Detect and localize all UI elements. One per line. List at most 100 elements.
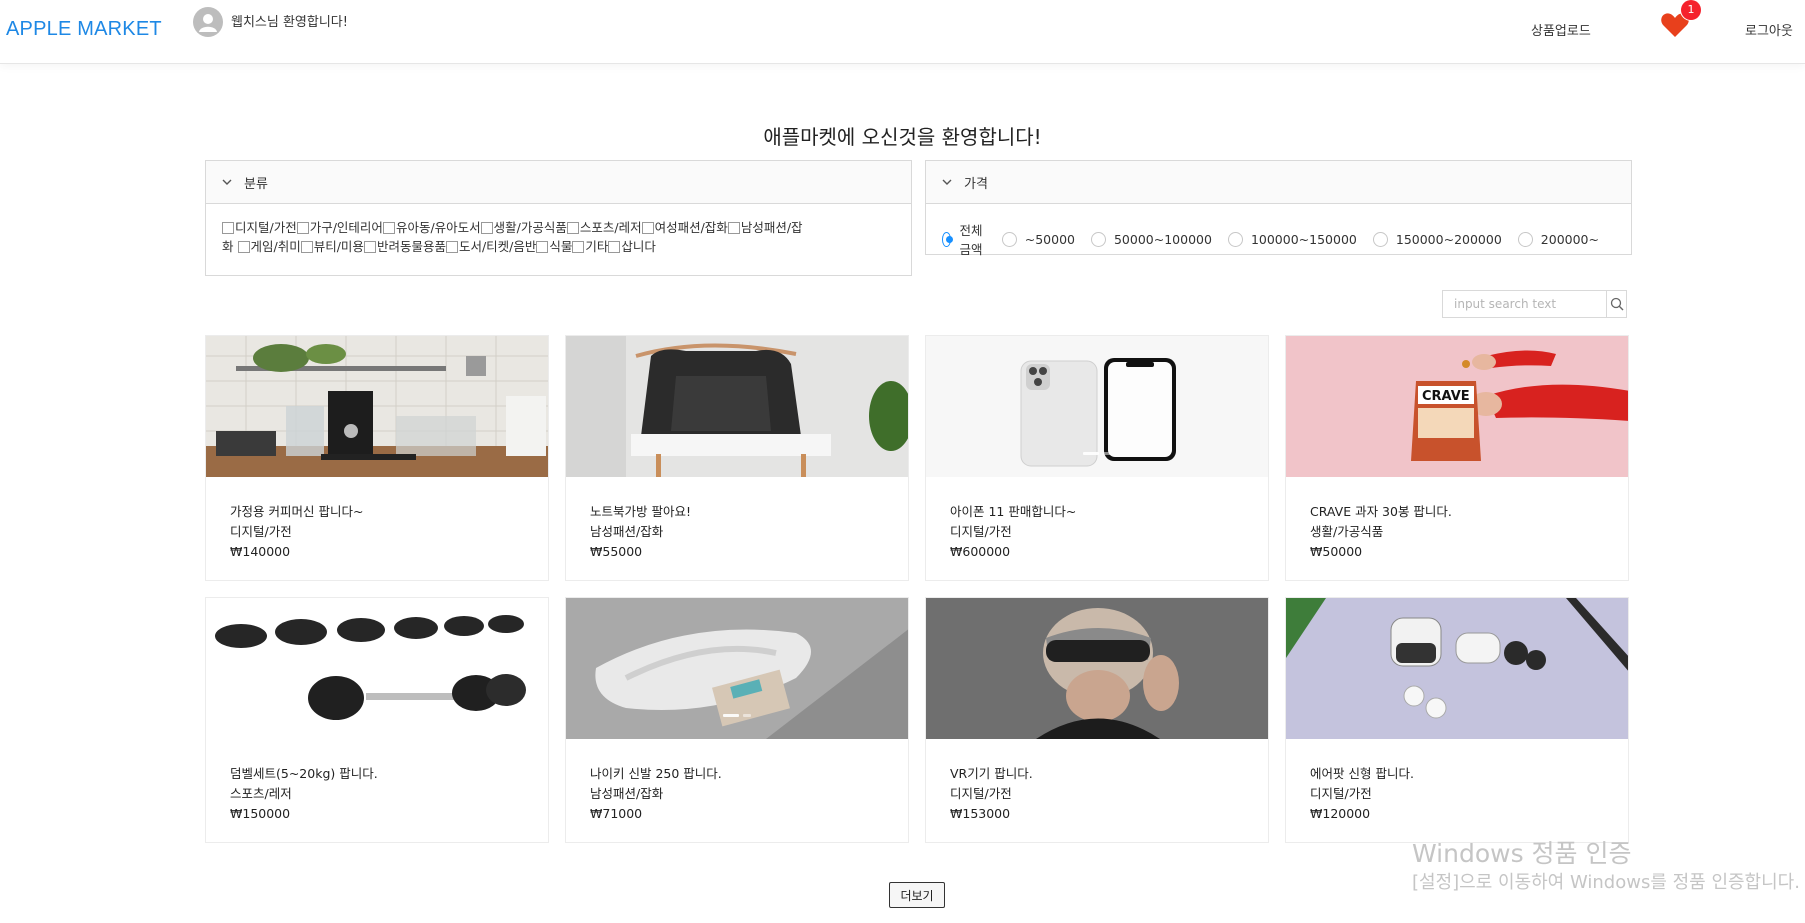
logout-link[interactable]: 로그아웃 — [1745, 20, 1793, 39]
windows-watermark-subtitle: [설정]으로 이동하여 Windows를 정품 인증합니다. — [1412, 872, 1800, 893]
price-panel-header[interactable]: 가격 — [926, 161, 1631, 204]
product-category: 디지털/가전 — [1310, 786, 1372, 801]
price-radio-option[interactable]: 100000~150000 — [1227, 231, 1357, 247]
price-radio-label: 200000~ — [1540, 231, 1599, 247]
category-checkbox-label: 도서/티켓/음반 — [458, 239, 537, 254]
category-checkbox[interactable] — [296, 222, 309, 234]
category-checkbox-label: 게임/취미 — [250, 239, 301, 254]
category-checkbox[interactable] — [480, 222, 493, 234]
category-checkbox-label: 식물 — [549, 239, 573, 254]
category-checkbox[interactable] — [300, 241, 313, 253]
radio-icon — [1001, 231, 1017, 247]
product-category: 생활/가공식품 — [1310, 524, 1384, 539]
windows-watermark-title: Windows 정품 인증 — [1412, 839, 1632, 868]
category-checkbox[interactable] — [566, 222, 579, 234]
product-image-airpods — [1286, 598, 1628, 739]
svg-text:CRAVE: CRAVE — [1422, 389, 1470, 404]
product-category: 디지털/가전 — [950, 786, 1012, 801]
price-radio-option[interactable]: ~50000 — [1001, 231, 1075, 247]
search-icon — [1610, 297, 1623, 311]
category-checkbox-label: 남성패션/잡 — [740, 220, 803, 235]
category-checkbox[interactable] — [727, 222, 740, 234]
category-checkbox-label: 기타 — [585, 239, 609, 254]
product-title: VR기기 팝니다. — [950, 766, 1033, 781]
category-panel-header[interactable]: 분류 — [206, 161, 911, 204]
product-image-coffee-machine — [206, 336, 548, 477]
price-panel-title: 가격 — [964, 176, 988, 192]
category-filter-panel: 분류 디지털/가전 가구/인테리어 유아동/유아도서 생활/가공식품 스포츠/레저 여성패… — [205, 160, 912, 276]
price-filter-panel: 가격 전체금액 ~50000 50000~100000 100000~150000 15… — [925, 160, 1632, 258]
product-title: 가정용 커피머신 팝니다~ — [230, 504, 364, 519]
category-panel-title: 분류 — [244, 176, 268, 192]
product-image-dumbbells — [206, 598, 548, 739]
price-radio-option[interactable]: 150000~200000 — [1372, 231, 1502, 247]
category-checkbox[interactable] — [237, 241, 250, 253]
category-checkbox-label: 디지털/가전 — [235, 220, 297, 235]
product-card[interactable]: 에어팟 신형 팝니다. 디지털/가전 ₩120000 — [1285, 597, 1629, 843]
product-price: ₩55000 — [590, 544, 643, 559]
price-radio-label: 100000~150000 — [1250, 231, 1357, 247]
product-price: ₩50000 — [1310, 544, 1363, 559]
product-title: 노트북가방 팔아요! — [590, 504, 691, 519]
price-radio-group: 전체금액 ~50000 50000~100000 100000~150000 15000… — [942, 218, 1615, 258]
radio-icon — [1517, 231, 1533, 247]
price-radio-label: 전체금액 — [959, 223, 983, 257]
category-checkbox-label: 반려동물용품 — [376, 239, 446, 254]
price-radio-option[interactable]: 200000~ — [1517, 231, 1599, 247]
product-card[interactable]: CRAVE CRAVE 과자 30봉 팝니다. 생활/가공식품 ₩50000 — [1285, 335, 1629, 581]
price-radio-option[interactable]: 50000~100000 — [1090, 231, 1212, 247]
logo-link[interactable]: APPLE MARKET — [6, 18, 162, 41]
product-card[interactable]: 노트북가방 팔아요! 남성패션/잡화 ₩55000 — [565, 335, 909, 581]
product-price: ₩600000 — [950, 544, 1011, 559]
image-carousel-dots[interactable] — [1083, 452, 1111, 455]
category-checkbox[interactable] — [382, 222, 395, 234]
category-checkbox-label: 여성패션/잡화 — [654, 220, 728, 235]
price-radio-option[interactable]: 전체금액 — [942, 220, 986, 258]
category-checkbox[interactable] — [222, 222, 234, 234]
product-card[interactable]: 아이폰 11 판매합니다~ 디지털/가전 ₩600000 — [925, 335, 1269, 581]
radio-icon — [1372, 231, 1388, 247]
product-title: 덤벨세트(5~20kg) 팝니다. — [230, 766, 378, 781]
category-checkbox-label: 가구/인테리어 — [309, 220, 383, 235]
product-category: 디지털/가전 — [230, 524, 292, 539]
category-checkbox[interactable] — [445, 241, 458, 253]
category-checkbox-label: 뷰티/미용 — [313, 239, 364, 254]
product-image-laptop-bag — [566, 336, 908, 477]
category-checkbox[interactable] — [572, 241, 585, 253]
product-price: ₩150000 — [230, 806, 291, 821]
category-checkbox[interactable] — [536, 241, 549, 253]
search-box — [1442, 290, 1627, 318]
wishlist-count-badge: 1 — [1681, 0, 1701, 20]
category-checkbox-label: 유아동/유아도서 — [395, 220, 481, 235]
product-category: 디지털/가전 — [950, 524, 1012, 539]
product-price: ₩140000 — [230, 544, 291, 559]
price-radio-label: 50000~100000 — [1113, 231, 1212, 247]
product-image-crave-snack: CRAVE — [1286, 336, 1628, 477]
product-title: 나이키 신발 250 팝니다. — [590, 766, 722, 781]
search-button[interactable] — [1606, 291, 1626, 317]
upload-product-link[interactable]: 상품업로드 — [1531, 20, 1591, 39]
radio-icon — [1227, 231, 1243, 247]
product-card[interactable]: VR기기 팝니다. 디지털/가전 ₩153000 — [925, 597, 1269, 843]
product-card[interactable]: 덤벨세트(5~20kg) 팝니다. 스포츠/레저 ₩150000 — [205, 597, 549, 843]
category-checkbox[interactable] — [608, 241, 621, 253]
load-more-button[interactable]: 더보기 — [889, 882, 945, 908]
search-input[interactable] — [1443, 291, 1606, 317]
category-checkbox[interactable] — [641, 222, 654, 234]
product-card[interactable]: 가정용 커피머신 팝니다~ 디지털/가전 ₩140000 — [205, 335, 549, 581]
price-radio-label: 150000~200000 — [1395, 231, 1502, 247]
image-carousel-dots[interactable] — [723, 714, 751, 717]
product-card[interactable]: 나이키 신발 250 팝니다. 남성패션/잡화 ₩71000 — [565, 597, 909, 843]
page-title: 애플마켓에 오신것을 환영합니다! — [763, 125, 1042, 149]
product-category: 남성패션/잡화 — [590, 786, 664, 801]
product-title: 에어팟 신형 팝니다. — [1310, 766, 1414, 781]
product-category: 스포츠/레저 — [230, 786, 292, 801]
product-image-nike-shoes — [566, 598, 908, 739]
chevron-down-icon — [942, 176, 964, 189]
product-title: CRAVE 과자 30봉 팝니다. — [1310, 504, 1452, 519]
product-price: ₩153000 — [950, 806, 1011, 821]
price-radio-label: ~50000 — [1024, 231, 1075, 247]
category-checkbox[interactable] — [363, 241, 376, 253]
product-price: ₩120000 — [1310, 806, 1371, 821]
product-image-iphone — [926, 336, 1268, 477]
